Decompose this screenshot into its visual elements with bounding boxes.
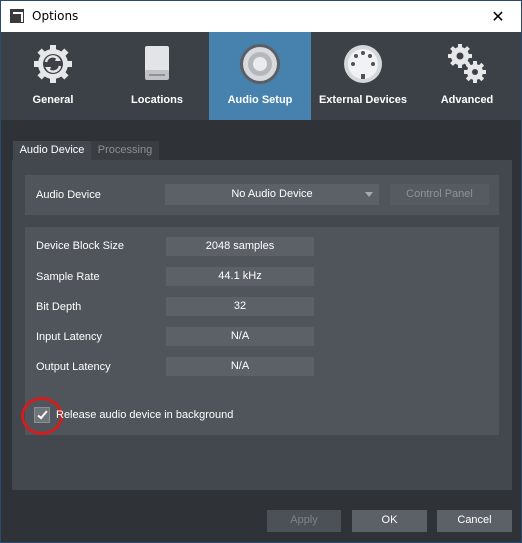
output-latency-value: N/A xyxy=(166,357,314,376)
nav-label-advanced: Advanced xyxy=(440,94,494,106)
cancel-button[interactable]: Cancel xyxy=(437,510,512,532)
nav-item-advanced[interactable]: Advanced xyxy=(415,32,519,120)
bit-depth-label: Bit Depth xyxy=(36,301,82,313)
nav-label-general: General xyxy=(32,94,74,106)
block-size-label: Device Block Size xyxy=(36,240,125,252)
speaker-icon xyxy=(240,44,280,84)
audio-device-dropdown[interactable]: No Audio Device xyxy=(165,184,379,205)
sample-rate-label: Sample Rate xyxy=(36,271,100,283)
release-device-label[interactable]: Release audio device in background xyxy=(56,409,233,421)
nav-label-audio-setup: Audio Setup xyxy=(227,94,293,106)
audio-device-label: Audio Device xyxy=(36,189,101,201)
nav-item-locations[interactable]: Locations xyxy=(105,32,209,120)
nav-item-audio-setup[interactable]: Audio Setup xyxy=(209,32,311,120)
sync-gear-icon xyxy=(34,45,72,83)
ok-button[interactable]: OK xyxy=(352,510,427,532)
control-panel-button[interactable]: Control Panel xyxy=(390,184,489,205)
tab-audio-device[interactable]: Audio Device xyxy=(13,141,91,161)
nav-item-general[interactable]: General xyxy=(1,32,105,120)
apply-button[interactable]: Apply xyxy=(267,510,341,532)
nav-label-external-devices: External Devices xyxy=(318,94,408,106)
bit-depth-value: 32 xyxy=(166,297,314,316)
tab-processing[interactable]: Processing xyxy=(91,141,159,161)
app-icon xyxy=(10,9,24,23)
options-window: Options ✕ General Locations Audio Setup … xyxy=(0,0,522,543)
gears-icon xyxy=(448,44,486,83)
nav-item-external-devices[interactable]: External Devices xyxy=(311,32,415,120)
audio-device-selected: No Audio Device xyxy=(231,188,313,200)
output-latency-label: Output Latency xyxy=(36,361,111,373)
nav-label-locations: Locations xyxy=(131,94,183,106)
input-latency-label: Input Latency xyxy=(36,331,103,343)
drive-icon xyxy=(145,46,169,80)
chevron-down-icon xyxy=(365,192,373,197)
close-button[interactable]: ✕ xyxy=(475,1,521,32)
midi-port-icon xyxy=(344,45,382,83)
input-latency-value: N/A xyxy=(166,327,314,346)
window-title: Options xyxy=(32,9,79,23)
title-bar: Options ✕ xyxy=(1,1,521,32)
block-size-value: 2048 samples xyxy=(166,237,314,256)
category-nav: General Locations Audio Setup External D… xyxy=(1,32,521,120)
sample-rate-value: 44.1 kHz xyxy=(166,267,314,286)
